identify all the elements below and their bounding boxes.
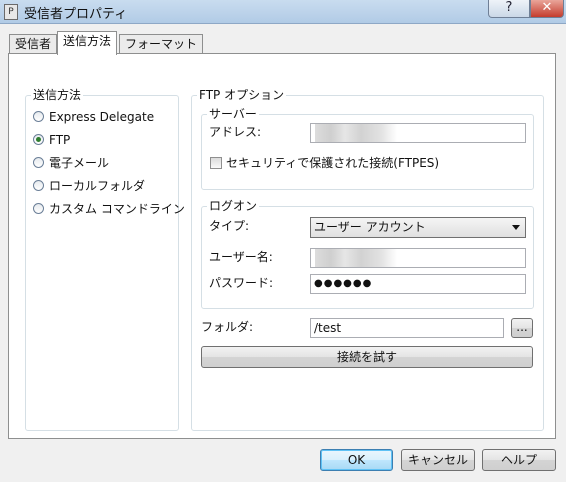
tab-format[interactable]: フォーマット: [119, 34, 204, 54]
tab-recipient[interactable]: 受信者: [9, 34, 58, 54]
browse-folder-button[interactable]: ...: [511, 318, 533, 338]
address-label: アドレス:: [209, 125, 262, 139]
radio-email[interactable]: [33, 157, 44, 168]
radio-express-delegate[interactable]: [33, 111, 44, 122]
help-caption-button[interactable]: ?: [488, 0, 530, 18]
radio-ftp[interactable]: [33, 134, 44, 145]
password-label: パスワード:: [209, 276, 274, 290]
tab-send-method[interactable]: 送信方法: [57, 31, 118, 55]
radio-label-ftp[interactable]: FTP: [49, 133, 70, 147]
radio-label-local-folder[interactable]: ローカルフォルダ: [49, 179, 145, 193]
help-button[interactable]: ヘルプ: [482, 449, 556, 471]
close-button[interactable]: ✕: [530, 0, 564, 18]
cancel-button[interactable]: キャンセル: [401, 449, 475, 471]
ok-button[interactable]: OK: [320, 449, 393, 471]
username-label: ユーザー名:: [209, 250, 273, 264]
title-bar: P 受信者プロパティ ? ✕: [0, 0, 566, 24]
radio-label-express-delegate[interactable]: Express Delegate: [49, 110, 154, 124]
logon-group-title: ログオン: [207, 199, 260, 213]
address-input[interactable]: [310, 123, 526, 143]
ftpes-label[interactable]: セキュリティで保護された接続(FTPES): [226, 156, 439, 170]
app-icon: P: [4, 4, 18, 20]
ftp-options-group-title: FTP オプション: [197, 88, 287, 102]
type-label: タイプ:: [209, 219, 250, 233]
send-method-group-title: 送信方法: [31, 88, 84, 102]
radio-label-email[interactable]: 電子メール: [49, 156, 109, 170]
radio-local-folder[interactable]: [33, 180, 44, 191]
window-title: 受信者プロパティ: [24, 7, 128, 22]
logon-type-select[interactable]: ユーザー アカウント: [310, 217, 526, 238]
radio-label-custom-command[interactable]: カスタム コマンドライン: [49, 202, 185, 216]
folder-input[interactable]: /test: [310, 318, 504, 338]
radio-custom-command[interactable]: [33, 203, 44, 214]
username-input[interactable]: [310, 248, 526, 268]
dialog-body: 受信者 送信方法 フォーマット 送信方法 Express Delegate FT…: [2, 25, 564, 480]
logon-type-value: ユーザー アカウント: [314, 220, 426, 234]
tab-panel: 送信方法 Express Delegate FTP 電子メール ローカルフォルダ…: [8, 53, 556, 439]
ftpes-checkbox[interactable]: [210, 157, 222, 169]
password-input[interactable]: ●●●●●●: [310, 274, 526, 294]
folder-label: フォルダ:: [201, 320, 254, 334]
test-connection-button[interactable]: 接続を試す: [201, 346, 533, 368]
chevron-down-icon: [512, 225, 520, 230]
server-group-title: サーバー: [207, 107, 259, 121]
